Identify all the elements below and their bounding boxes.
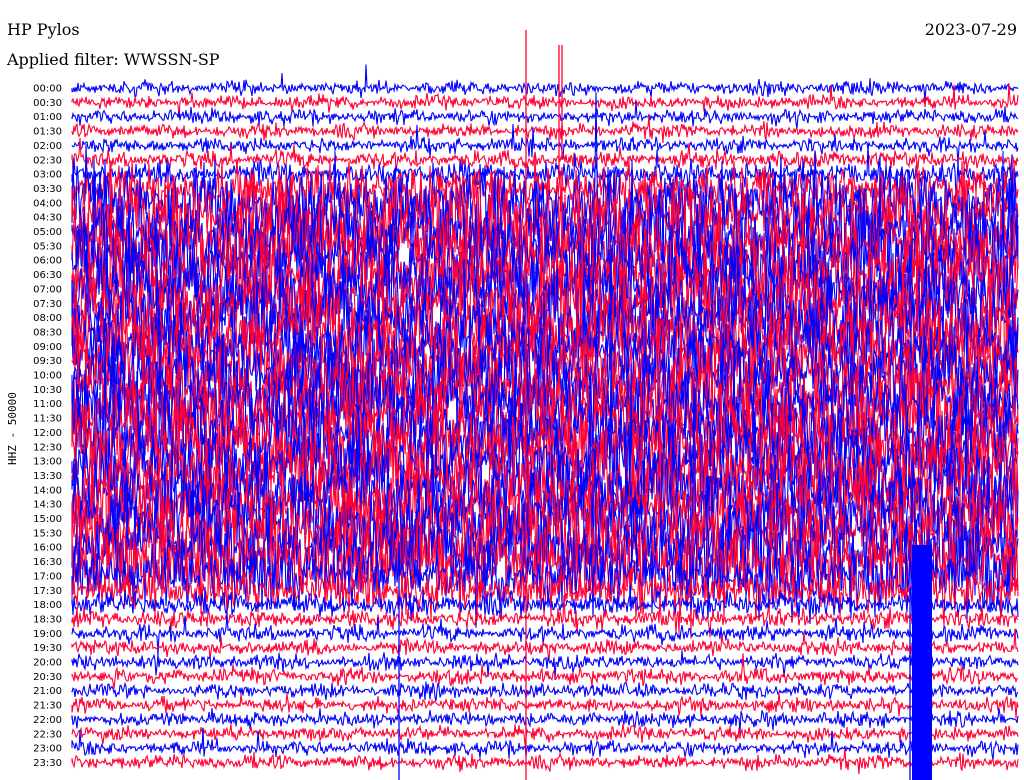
time-tick-label: 10:00	[33, 371, 62, 382]
time-tick-label: 09:00	[33, 342, 62, 353]
tick-label-group: 00:00 00:30 01:00 01:30 02:00 02:30 03:00 03:30…	[33, 84, 62, 769]
time-tick-label: 07:00	[33, 284, 62, 295]
time-tick-label: 17:00	[33, 571, 62, 582]
time-tick-label: 21:00	[33, 686, 62, 697]
time-tick-label: 00:30	[33, 98, 62, 109]
trace-line	[71, 137, 1019, 173]
time-tick-label: 19:00	[33, 629, 62, 640]
time-tick-label: 18:30	[33, 614, 62, 625]
time-tick-label: 05:00	[33, 227, 62, 238]
time-tick-label: 20:00	[33, 658, 62, 669]
time-tick-label: 08:30	[33, 327, 62, 338]
time-tick-label: 23:00	[33, 744, 62, 755]
time-tick-label: 09:30	[33, 356, 62, 367]
seismogram-plot: 00:00 00:30 01:00 01:30 02:00 02:30 03:00 03:30…	[33, 30, 1019, 780]
time-tick-label: 16:00	[33, 543, 62, 554]
time-tick-label: 10:30	[33, 385, 62, 396]
trace-line	[71, 748, 1019, 775]
time-tick-label: 11:00	[33, 399, 62, 410]
time-tick-label: 15:00	[33, 514, 62, 525]
time-tick-label: 08:00	[33, 313, 62, 324]
time-tick-label: 03:00	[33, 170, 62, 181]
time-tick-label: 20:30	[33, 672, 62, 683]
time-tick-label: 07:30	[33, 299, 62, 310]
time-tick-label: 22:30	[33, 729, 62, 740]
time-tick-label: 01:30	[33, 127, 62, 138]
time-tick-label: 12:30	[33, 442, 62, 453]
time-tick-label: 16:30	[33, 557, 62, 568]
time-tick-label: 22:00	[33, 715, 62, 726]
time-tick-label: 15:30	[33, 528, 62, 539]
time-tick-label: 13:30	[33, 471, 62, 482]
time-tick-label: 01:00	[33, 112, 62, 123]
time-tick-label: 06:00	[33, 256, 62, 267]
time-tick-label: 04:30	[33, 213, 62, 224]
time-tick-label: 02:00	[33, 141, 62, 152]
trace-group	[71, 30, 1019, 780]
time-tick-label: 12:00	[33, 428, 62, 439]
trace-line	[71, 101, 1019, 129]
trace-line	[71, 681, 1019, 702]
time-tick-label: 18:00	[33, 600, 62, 611]
time-tick-label: 03:30	[33, 184, 62, 195]
time-tick-label: 05:30	[33, 241, 62, 252]
trace-line	[71, 64, 1019, 102]
time-tick-label: 02:30	[33, 155, 62, 166]
time-tick-label: 21:30	[33, 701, 62, 712]
time-tick-label: 23:30	[33, 758, 62, 769]
time-tick-label: 00:00	[33, 84, 62, 95]
time-tick-label: 06:30	[33, 270, 62, 281]
time-tick-label: 04:00	[33, 198, 62, 209]
time-tick-label: 13:00	[33, 457, 62, 468]
time-tick-label: 14:00	[33, 485, 62, 496]
time-tick-label: 11:30	[33, 414, 62, 425]
time-tick-label: 17:30	[33, 586, 62, 597]
trace-line	[71, 723, 1019, 745]
trace-line	[71, 116, 1019, 143]
time-tick-label: 19:30	[33, 643, 62, 654]
time-tick-label: 14:30	[33, 500, 62, 511]
earthquake-event	[912, 545, 932, 780]
